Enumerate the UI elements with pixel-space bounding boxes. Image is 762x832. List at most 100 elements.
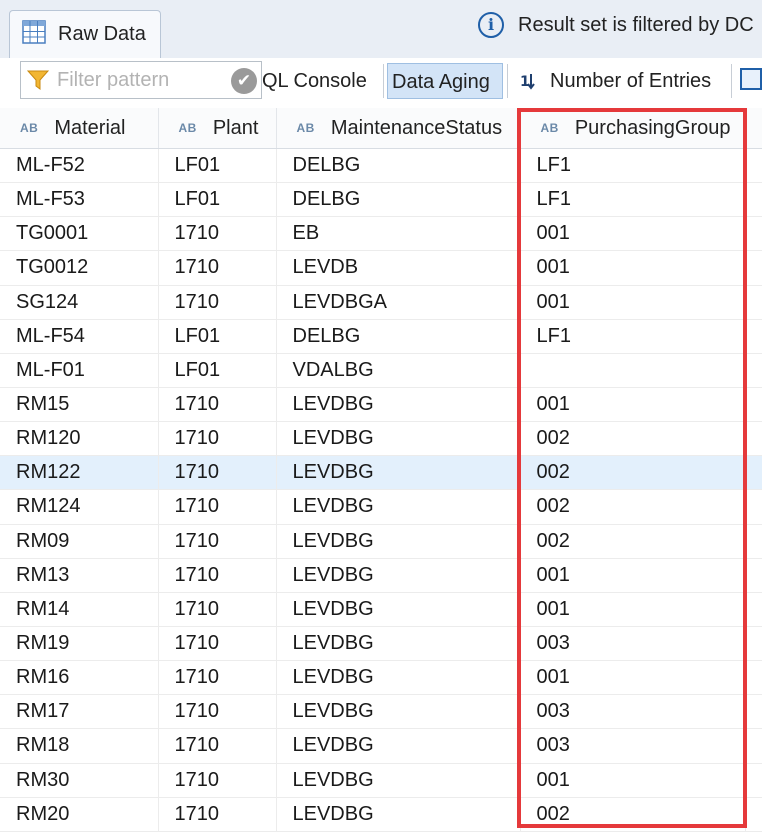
table-cell[interactable]: 003 xyxy=(520,694,746,730)
number-of-entries-button[interactable]: 1 Number of Entries xyxy=(516,63,711,99)
table-row[interactable]: RM16 1710 LEVDBG 001 xyxy=(0,660,762,696)
table-row[interactable]: ML-F53 LF01 DELBG LF1 xyxy=(0,182,762,218)
table-cell[interactable]: ML-F01 xyxy=(0,353,159,388)
table-row[interactable]: RM120 1710 LEVDBG 002 xyxy=(0,421,762,457)
table-cell[interactable]: LEVDBG xyxy=(276,660,521,696)
table-row[interactable]: ML-F54 LF01 DELBG LF1 xyxy=(0,319,762,354)
table-cell[interactable]: LEVDBG xyxy=(276,387,521,423)
table-cell[interactable]: 1710 xyxy=(158,524,277,559)
table-cell[interactable]: 1710 xyxy=(158,763,277,798)
column-header-maintenancestatus[interactable]: AB MaintenanceStatus xyxy=(276,108,521,149)
table-cell[interactable]: LEVDBG xyxy=(276,489,521,525)
table-row[interactable]: RM14 1710 LEVDBG 001 xyxy=(0,592,762,627)
table-cell[interactable]: RM16 xyxy=(0,660,159,696)
table-row[interactable]: RM09 1710 LEVDBG 002 xyxy=(0,524,762,559)
sql-console-button[interactable]: QL Console xyxy=(262,63,367,99)
table-cell[interactable]: SG124 xyxy=(0,285,159,320)
table-row[interactable]: RM19 1710 LEVDBG 003 xyxy=(0,626,762,662)
tab-raw-data[interactable]: Raw Data xyxy=(9,10,161,58)
table-cell[interactable]: RM09 xyxy=(0,524,159,559)
table-cell[interactable]: LF1 xyxy=(520,319,746,354)
table-cell[interactable]: 1710 xyxy=(158,626,277,662)
table-row[interactable]: RM30 1710 LEVDBG 001 xyxy=(0,763,762,798)
table-cell[interactable]: 003 xyxy=(520,626,746,662)
table-cell[interactable]: 001 xyxy=(520,250,746,286)
table-cell[interactable]: 1710 xyxy=(158,216,277,252)
table-cell[interactable]: LF01 xyxy=(158,148,277,184)
table-cell[interactable]: RM17 xyxy=(0,694,159,730)
table-cell[interactable]: TG0001 xyxy=(0,216,159,252)
table-cell[interactable]: 1710 xyxy=(158,285,277,320)
table-cell[interactable] xyxy=(520,353,746,388)
table-cell[interactable]: 1710 xyxy=(158,387,277,423)
table-cell[interactable]: LF1 xyxy=(520,148,746,184)
table-cell[interactable]: RM18 xyxy=(0,728,159,764)
table-cell[interactable]: 1710 xyxy=(158,797,277,832)
table-cell[interactable]: 002 xyxy=(520,455,746,491)
table-cell[interactable]: LEVDBG xyxy=(276,626,521,662)
column-header-purchasinggroup[interactable]: AB PurchasingGroup xyxy=(520,108,746,149)
table-cell[interactable]: 1710 xyxy=(158,592,277,627)
table-cell[interactable]: RM13 xyxy=(0,558,159,593)
check-icon[interactable]: ✔ xyxy=(231,68,257,94)
table-cell[interactable]: LF1 xyxy=(520,182,746,218)
table-cell[interactable]: 002 xyxy=(520,489,746,525)
table-cell[interactable]: RM14 xyxy=(0,592,159,627)
column-header-plant[interactable]: AB Plant xyxy=(158,108,277,149)
table-cell[interactable]: 002 xyxy=(520,421,746,457)
table-cell[interactable]: LEVDBGA xyxy=(276,285,521,320)
table-cell[interactable]: 001 xyxy=(520,387,746,423)
data-aging-button[interactable]: Data Aging xyxy=(387,63,503,99)
table-cell[interactable]: 1710 xyxy=(158,455,277,491)
table-cell[interactable]: 003 xyxy=(520,728,746,764)
table-row[interactable]: RM18 1710 LEVDBG 003 xyxy=(0,728,762,764)
table-cell[interactable]: RM120 xyxy=(0,421,159,457)
table-cell[interactable]: LEVDBG xyxy=(276,763,521,798)
table-cell[interactable]: 001 xyxy=(520,660,746,696)
table-cell[interactable]: LEVDB xyxy=(276,250,521,286)
table-cell[interactable]: 001 xyxy=(520,558,746,593)
table-row[interactable]: TG0001 1710 EB 001 xyxy=(0,216,762,252)
table-row[interactable]: SG124 1710 LEVDBGA 001 xyxy=(0,285,762,320)
table-row[interactable]: RM122 1710 LEVDBG 002 xyxy=(0,455,762,491)
table-cell[interactable]: TG0012 xyxy=(0,250,159,286)
table-cell[interactable]: 001 xyxy=(520,592,746,627)
table-cell[interactable]: LEVDBG xyxy=(276,694,521,730)
table-cell[interactable]: VDALBG xyxy=(276,353,521,388)
table-row[interactable]: RM20 1710 LEVDBG 002 xyxy=(0,797,762,832)
table-cell[interactable]: 1710 xyxy=(158,728,277,764)
table-row[interactable]: RM17 1710 LEVDBG 003 xyxy=(0,694,762,730)
table-row[interactable]: RM15 1710 LEVDBG 001 xyxy=(0,387,762,423)
table-cell[interactable]: RM15 xyxy=(0,387,159,423)
table-cell[interactable]: LEVDBG xyxy=(276,797,521,832)
table-cell[interactable]: 1710 xyxy=(158,489,277,525)
table-cell[interactable]: 002 xyxy=(520,797,746,832)
table-row[interactable]: TG0012 1710 LEVDB 001 xyxy=(0,250,762,286)
table-cell[interactable]: LEVDBG xyxy=(276,592,521,627)
table-cell[interactable]: 1710 xyxy=(158,558,277,593)
table-row[interactable]: ML-F01 LF01 VDALBG xyxy=(0,353,762,388)
column-header-material[interactable]: AB Material xyxy=(0,108,159,149)
table-cell[interactable]: ML-F53 xyxy=(0,182,159,218)
table-cell[interactable]: 001 xyxy=(520,763,746,798)
table-row[interactable]: RM13 1710 LEVDBG 001 xyxy=(0,558,762,593)
table-cell[interactable]: RM20 xyxy=(0,797,159,832)
table-cell[interactable]: 1710 xyxy=(158,694,277,730)
table-cell[interactable]: 001 xyxy=(520,285,746,320)
table-cell[interactable]: RM122 xyxy=(0,455,159,491)
table-cell[interactable]: 1710 xyxy=(158,421,277,457)
table-row[interactable]: ML-F52 LF01 DELBG LF1 xyxy=(0,148,762,184)
table-cell[interactable]: DELBG xyxy=(276,148,521,184)
table-cell[interactable]: ML-F52 xyxy=(0,148,159,184)
table-cell[interactable]: RM124 xyxy=(0,489,159,525)
table-cell[interactable]: LEVDBG xyxy=(276,558,521,593)
table-cell[interactable]: 001 xyxy=(520,216,746,252)
table-cell[interactable]: DELBG xyxy=(276,182,521,218)
table-cell[interactable]: 1710 xyxy=(158,660,277,696)
table-cell[interactable]: ML-F54 xyxy=(0,319,159,354)
table-cell[interactable]: RM19 xyxy=(0,626,159,662)
table-cell[interactable]: 002 xyxy=(520,524,746,559)
grid-view-icon[interactable] xyxy=(740,68,762,90)
table-cell[interactable]: 1710 xyxy=(158,250,277,286)
table-cell[interactable]: LEVDBG xyxy=(276,421,521,457)
